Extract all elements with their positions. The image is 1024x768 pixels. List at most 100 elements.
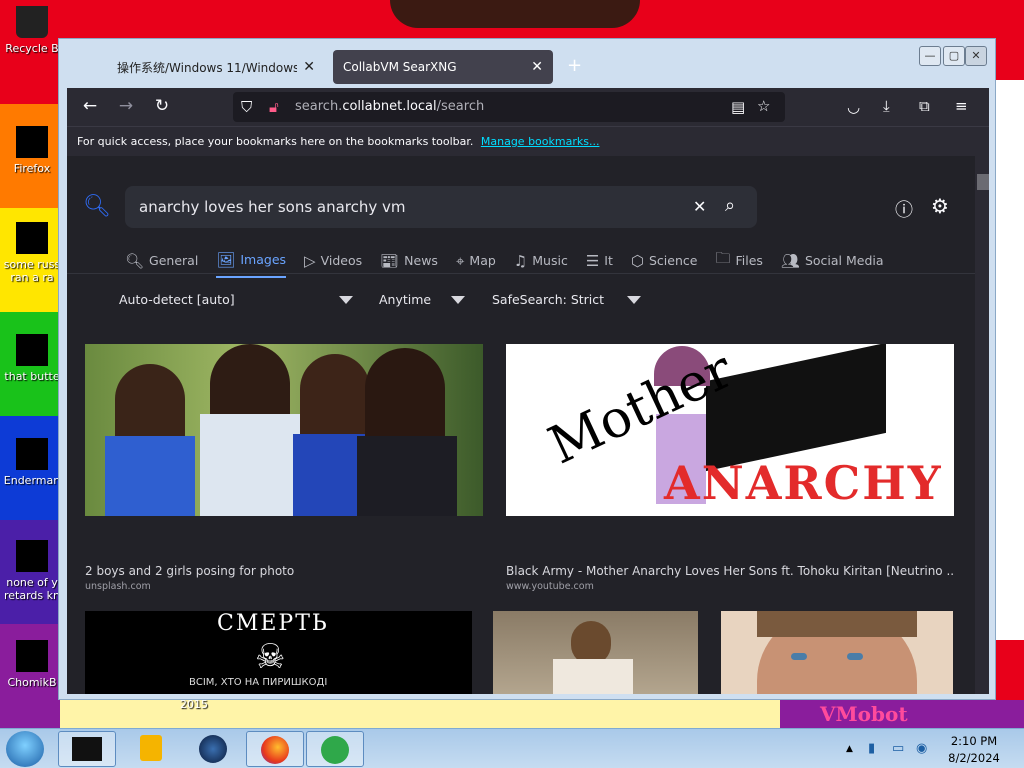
reload-icon[interactable]: ↻: [151, 96, 173, 116]
page-content: 🔍︎ anarchy loves her sons anarchy vm ✕ ⌕…: [67, 156, 989, 694]
taskbar-app-globe[interactable]: [184, 731, 242, 767]
image-text: ВСІМ, ХТО НА ПИРИШКОДІ: [189, 677, 328, 688]
desktop-icon-file[interactable]: none of y retards kn: [2, 540, 62, 602]
tab-bar: 操作系统/Windows 11/Windows 11 ✕ CollabVM Se…: [59, 39, 995, 89]
cube-icon: ⬡: [630, 251, 644, 270]
download-manager-icon: [321, 736, 349, 764]
desktop-icon-recycle-bin[interactable]: Recycle B: [2, 6, 62, 55]
search-input[interactable]: anarchy loves her sons anarchy vm: [139, 198, 406, 216]
info-icon[interactable]: ⓘ: [895, 196, 913, 222]
bookmarks-hint: For quick access, place your bookmarks h…: [77, 135, 474, 148]
clear-search-icon[interactable]: ✕: [693, 197, 706, 216]
chevron-down-icon[interactable]: [451, 296, 465, 304]
search-icon[interactable]: ⌕: [725, 195, 735, 216]
globe-icon: [199, 735, 227, 763]
taskbar-app-downloader[interactable]: [306, 731, 364, 767]
taskbar-app-media[interactable]: [122, 731, 180, 767]
desktop-window-edge: [996, 80, 1024, 640]
desktop-icon-file[interactable]: some russ ran a ra: [2, 222, 62, 284]
file-icon: [16, 334, 48, 366]
folder-icon: 🗀: [715, 249, 731, 267]
pocket-icon[interactable]: ◡: [847, 98, 860, 116]
time-range-select[interactable]: Anytime: [379, 292, 431, 307]
tab-label: 操作系统/Windows 11/Windows 11: [117, 60, 297, 75]
desktop-top-shape: [390, 0, 640, 28]
tray-expand-icon[interactable]: ▲: [846, 744, 853, 754]
skull-icon: ☠: [255, 637, 286, 677]
clock[interactable]: 2:10 PM 8/2/2024: [944, 733, 1004, 767]
result-source: www.youtube.com: [506, 581, 594, 592]
layers-icon: ☰: [585, 251, 600, 270]
desktop-icon-file[interactable]: that butte: [2, 334, 62, 383]
result-image[interactable]: [493, 611, 698, 694]
safesearch-select[interactable]: SafeSearch: Strict: [492, 292, 604, 307]
search-icon: 🔍︎: [125, 251, 145, 270]
result-image[interactable]: Mother ANARCHY: [506, 344, 954, 516]
minimize-button[interactable]: —: [919, 46, 941, 66]
volume-icon[interactable]: ◉: [916, 741, 927, 756]
maximize-button[interactable]: ▢: [943, 46, 965, 66]
newspaper-icon: 📰︎: [380, 251, 400, 270]
tray-app-icon[interactable]: ▮: [868, 741, 875, 756]
result-title[interactable]: Black Army - Mother Anarchy Loves Her So…: [506, 564, 954, 578]
media-player-icon: [140, 735, 162, 761]
lock-warning-icon[interactable]: 🔓︎: [269, 98, 279, 116]
new-tab-button[interactable]: +: [567, 55, 582, 76]
extensions-icon[interactable]: ⧉: [919, 97, 930, 115]
scrollbar[interactable]: [975, 156, 989, 694]
firefox-icon: [261, 736, 289, 764]
map-pin-icon: ⌖: [455, 251, 465, 270]
searxng-logo-icon[interactable]: 🔍︎: [83, 194, 111, 219]
close-window-button[interactable]: ✕: [965, 46, 987, 66]
play-icon: ▷: [304, 251, 316, 270]
desktop-icon-label: none of y retards kn: [4, 576, 60, 602]
desktop-icon-label: Enderman: [3, 474, 61, 487]
firefox-icon: [16, 126, 48, 158]
scrollbar-thumb[interactable]: [977, 174, 989, 190]
shield-icon[interactable]: ⛉: [241, 98, 252, 116]
tab-searxng[interactable]: CollabVM SearXNG ✕: [333, 50, 553, 84]
browser-window: 操作系统/Windows 11/Windows 11 ✕ CollabVM Se…: [58, 38, 996, 700]
tab-close-icon[interactable]: ✕: [303, 59, 315, 75]
desktop-icon-enderman[interactable]: Enderman: [2, 438, 62, 487]
settings-gear-icon[interactable]: ⚙: [931, 194, 949, 218]
image-text: ANARCHY: [664, 456, 943, 510]
forward-arrow-icon[interactable]: →: [115, 96, 137, 116]
file-icon: [16, 438, 48, 470]
result-image[interactable]: [85, 344, 483, 516]
file-icon: [16, 540, 48, 572]
taskbar-app-terminal[interactable]: [58, 731, 116, 767]
network-icon[interactable]: ▭: [892, 741, 904, 756]
address-bar[interactable]: ⛉ 🔓︎ search.collabnet.local/search ▤ ☆: [233, 92, 785, 122]
reader-view-icon[interactable]: ▤: [731, 98, 745, 116]
desktop-icon-chomik[interactable]: ChomikB: [2, 640, 62, 689]
divider: [67, 273, 975, 274]
start-button[interactable]: [6, 731, 44, 767]
download-icon[interactable]: ⤓: [883, 97, 890, 115]
desktop-icon-label: Recycle B: [5, 42, 59, 55]
result-title[interactable]: 2 boys and 2 girls posing for photo: [85, 564, 483, 578]
file-icon: [16, 222, 48, 254]
tab-close-icon[interactable]: ✕: [531, 59, 543, 75]
file-icon: [16, 640, 48, 672]
desktop-icon-firefox[interactable]: Firefox: [2, 126, 62, 175]
result-image[interactable]: [721, 611, 953, 694]
tab-label: CollabVM SearXNG: [343, 60, 457, 74]
menu-icon[interactable]: ≡: [955, 97, 968, 115]
tab-windows-11[interactable]: 操作系统/Windows 11/Windows 11 ✕: [107, 50, 325, 84]
result-image[interactable]: СМЕРТЬ ☠ ВСІМ, ХТО НА ПИРИШКОДІ: [85, 611, 472, 694]
recycle-bin-icon: [16, 6, 48, 38]
back-arrow-icon[interactable]: ←: [79, 96, 101, 116]
chevron-down-icon[interactable]: [627, 296, 641, 304]
nav-toolbar: ← → ↻ ⛉ 🔓︎ search.collabnet.local/search…: [67, 88, 989, 126]
music-note-icon: ♫: [513, 251, 528, 270]
taskbar-app-firefox[interactable]: [246, 731, 304, 767]
chevron-down-icon[interactable]: [339, 296, 353, 304]
bookmark-star-icon[interactable]: ☆: [757, 97, 770, 115]
url-text[interactable]: search.collabnet.local/search: [295, 99, 484, 114]
language-select[interactable]: Auto-detect [auto]: [119, 292, 235, 307]
search-box[interactable]: anarchy loves her sons anarchy vm ✕ ⌕: [125, 186, 757, 228]
manage-bookmarks-link[interactable]: Manage bookmarks...: [481, 135, 600, 148]
desktop-decoration: [60, 700, 840, 730]
desktop-icon-label: some russ ran a ra: [3, 258, 61, 284]
